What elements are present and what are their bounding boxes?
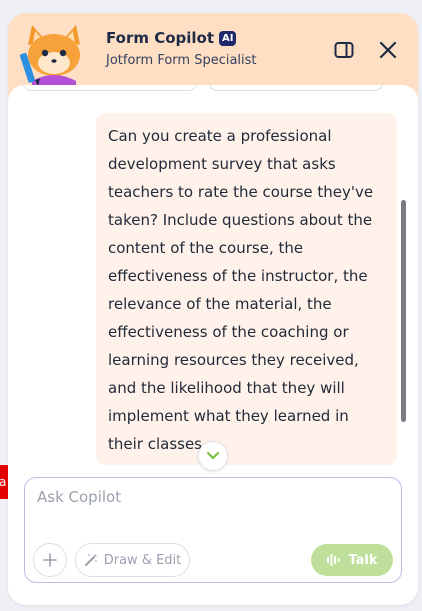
title-row: Form Copilot AI [106, 29, 237, 47]
edge-tag[interactable]: a [0, 465, 8, 499]
talk-label: Talk [348, 552, 378, 568]
panel-subtitle: Jotform Form Specialist [106, 53, 257, 68]
ai-badge: AI [219, 30, 237, 46]
chat-area[interactable]: Can you create a professional developmen… [8, 85, 418, 469]
panel-toggle-button[interactable] [333, 39, 355, 61]
magic-pen-icon [84, 554, 97, 566]
talk-button[interactable]: Talk [311, 544, 393, 576]
composer: Draw & Edit Talk [24, 477, 402, 583]
voice-wave-icon [327, 554, 340, 566]
chat-scrollbar[interactable] [401, 200, 406, 422]
chevron-down-icon [206, 451, 220, 460]
draw-edit-button[interactable]: Draw & Edit [75, 543, 190, 577]
edge-tag-label: a [0, 475, 7, 489]
ask-copilot-input[interactable] [37, 488, 387, 506]
user-message-bubble: Can you create a professional developmen… [96, 113, 397, 465]
add-attachment-button[interactable] [33, 543, 67, 577]
plus-icon [43, 553, 57, 567]
sidebar-toggle-icon [334, 42, 354, 58]
fox-mascot-icon [20, 25, 80, 91]
previous-message-edge [208, 85, 384, 91]
close-icon [379, 41, 397, 59]
close-button[interactable] [377, 39, 399, 61]
previous-message-edge [22, 85, 198, 91]
scroll-down-button[interactable] [198, 441, 228, 471]
draw-edit-label: Draw & Edit [103, 552, 182, 568]
page: a Form Copilot AI Jotform Form Specialis… [0, 0, 422, 611]
panel-title: Form Copilot [106, 29, 215, 47]
copilot-panel: Form Copilot AI Jotform Form Specialist [8, 13, 418, 605]
